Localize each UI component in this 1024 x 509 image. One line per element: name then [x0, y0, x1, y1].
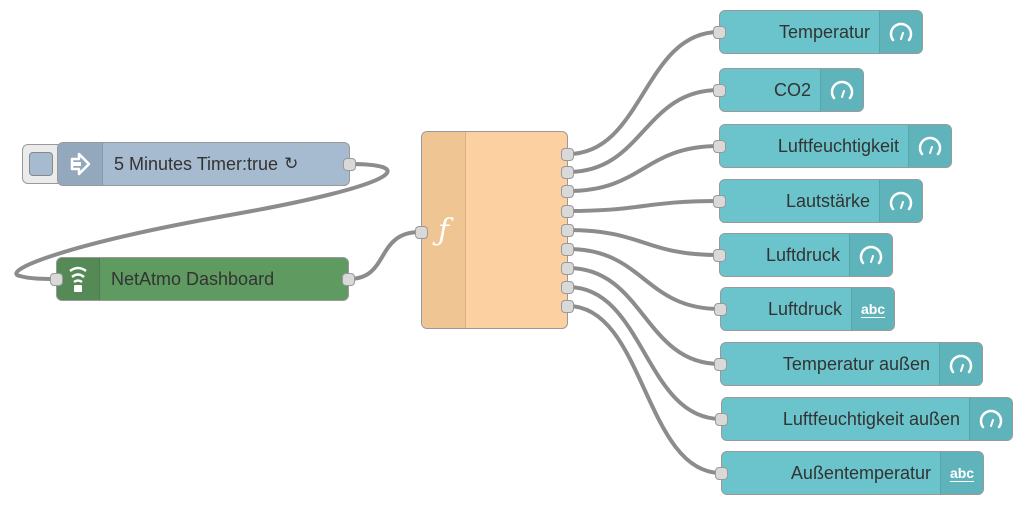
wire-websocket-to-function[interactable] — [347, 230, 422, 281]
gauge-icon — [908, 125, 951, 167]
function-output-port[interactable] — [561, 300, 574, 313]
function-output-port[interactable] — [561, 166, 574, 179]
function-input-port[interactable] — [415, 226, 428, 239]
function-output-port[interactable] — [561, 262, 574, 275]
dashboard-node-input-port[interactable] — [713, 140, 726, 153]
websocket-input-port[interactable] — [50, 273, 63, 286]
dashboard-node[interactable]: Luftfeuchtigkeit außen — [715, 397, 1013, 441]
dashboard-node-label: Luftdruck — [767, 298, 842, 319]
dashboard-node-label: Luftfeuchtigkeit außen — [782, 408, 960, 429]
repeat-icon: ↻ — [284, 154, 299, 173]
wire-function-to-dashboard[interactable] — [566, 88, 721, 174]
websocket-label: NetAtmo Dashboard — [111, 268, 275, 289]
gauge-icon — [939, 343, 982, 385]
wifi-icon — [57, 258, 100, 300]
dashboard-node-label: Luftdruck — [765, 244, 840, 265]
dashboard-node-input-port[interactable] — [713, 84, 726, 97]
function-output-port[interactable] — [561, 281, 574, 294]
dashboard-node[interactable]: Außentemperatur abc — [715, 451, 984, 495]
gauge-icon — [879, 180, 922, 222]
inject-label: 5 Minutes Timer:true — [114, 153, 279, 174]
function-output-port[interactable] — [561, 185, 574, 198]
dashboard-node-input-port[interactable] — [714, 303, 727, 316]
gauge-icon — [820, 69, 863, 111]
function-output-port[interactable] — [561, 243, 574, 256]
dashboard-node-input-port[interactable] — [713, 26, 726, 39]
dashboard-node[interactable]: Temperatur — [713, 10, 923, 54]
function-output-port[interactable] — [561, 224, 574, 237]
wire-function-to-dashboard[interactable] — [566, 199, 721, 213]
dashboard-node-label: Temperatur außen — [782, 353, 930, 374]
dashboard-node-label: Lautstärke — [785, 190, 870, 211]
dashboard-node-input-port[interactable] — [713, 195, 726, 208]
function-node[interactable]: ƒ — [415, 131, 574, 329]
gauge-icon — [879, 11, 922, 53]
arrow-in-icon — [58, 143, 103, 185]
dashboard-node-input-port[interactable] — [715, 413, 728, 426]
dashboard-node-input-port[interactable] — [715, 467, 728, 480]
function-output-port[interactable] — [561, 205, 574, 218]
dashboard-node-input-port[interactable] — [714, 358, 727, 371]
text-icon: abc — [851, 288, 894, 330]
function-output-port[interactable] — [561, 148, 574, 161]
dashboard-node-label: Außentemperatur — [790, 462, 931, 483]
dashboard-node-label: CO2 — [773, 79, 811, 100]
dashboard-node[interactable]: Luftdruck abc — [714, 287, 895, 331]
dashboard-node[interactable]: CO2 — [713, 68, 864, 112]
dashboard-node[interactable]: Lautstärke — [713, 179, 923, 223]
dashboard-node[interactable]: Luftdruck — [713, 233, 893, 277]
dashboard-node[interactable]: Temperatur außen — [714, 342, 983, 386]
inject-button-square[interactable] — [29, 152, 53, 176]
websocket-output-port[interactable] — [342, 273, 355, 286]
dashboard-node-label: Temperatur — [778, 21, 870, 42]
gauge-icon — [849, 234, 892, 276]
wire-function-to-dashboard[interactable] — [566, 304, 723, 475]
dashboard-node[interactable]: Luftfeuchtigkeit — [713, 124, 952, 168]
inject-node[interactable]: 5 Minutes Timer:true ↻ — [57, 142, 356, 186]
gauge-icon — [969, 398, 1012, 440]
dashboard-node-label: Luftfeuchtigkeit — [777, 135, 899, 156]
inject-output-port[interactable] — [343, 158, 356, 171]
text-icon: abc — [940, 452, 983, 494]
websocket-node[interactable]: NetAtmo Dashboard — [50, 257, 355, 301]
wire-function-to-dashboard[interactable] — [566, 247, 722, 311]
dashboard-node-input-port[interactable] — [713, 249, 726, 262]
function-icon: ƒ — [422, 132, 466, 328]
